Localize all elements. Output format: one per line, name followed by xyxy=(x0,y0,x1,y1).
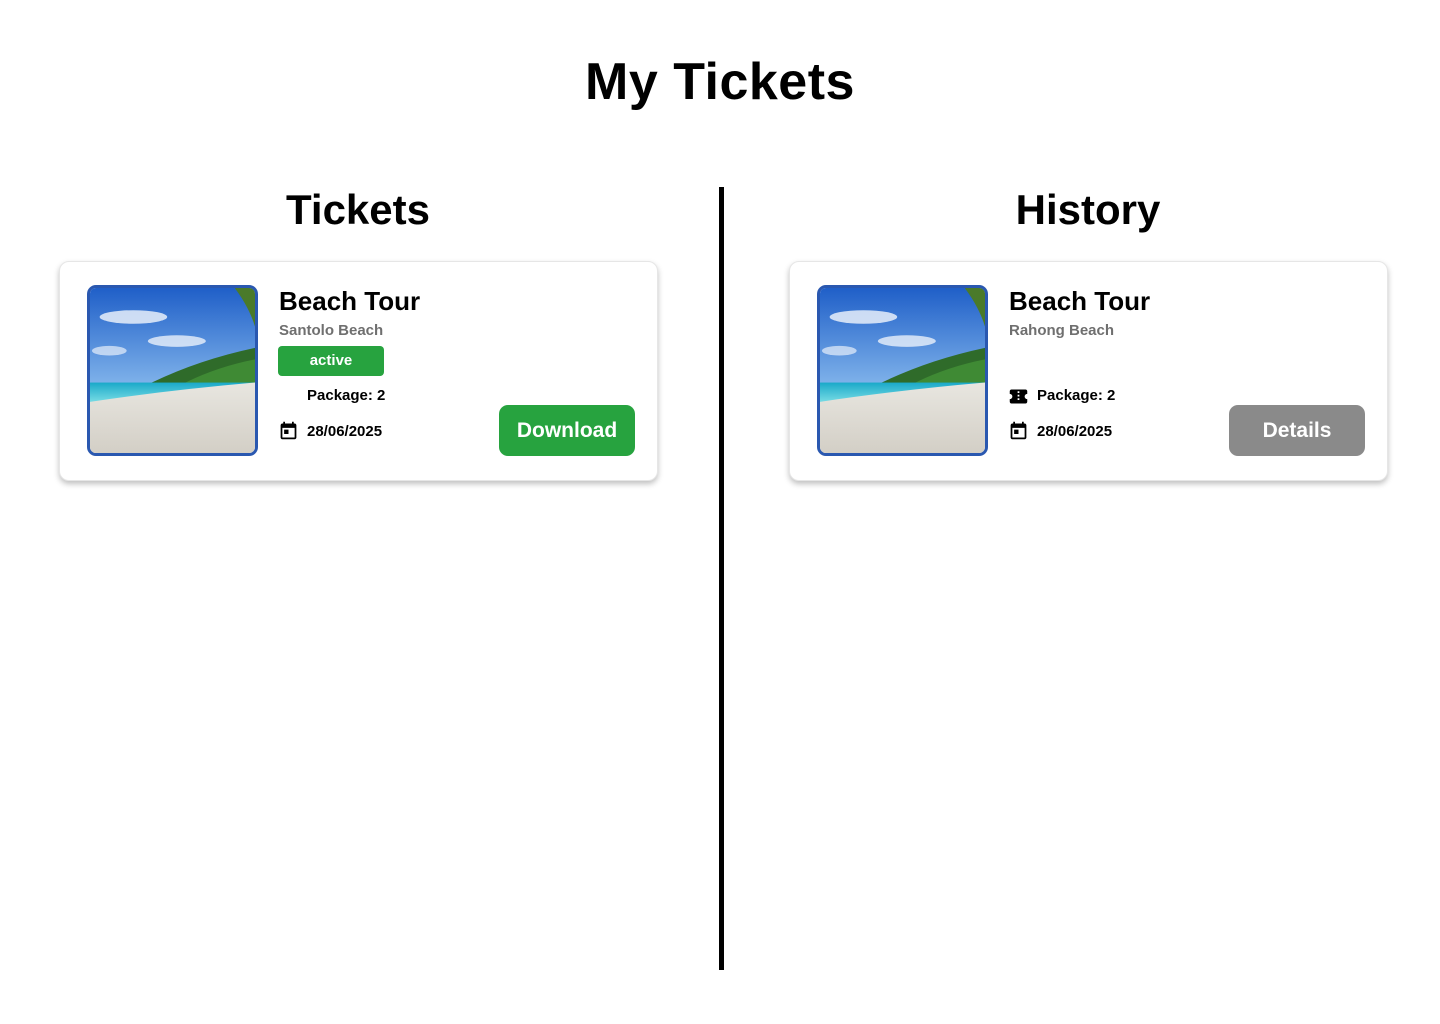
ticket-package: Package: 2 xyxy=(307,387,386,404)
history-date: 28/06/2025 xyxy=(1037,423,1113,440)
section-divider xyxy=(719,187,724,970)
tickets-heading: Tickets xyxy=(286,186,430,233)
beach-photo xyxy=(87,285,258,456)
history-location: Rahong Beach xyxy=(1009,322,1115,339)
history-title: Beach Tour xyxy=(1009,286,1151,316)
download-button[interactable]: Download xyxy=(499,405,635,456)
ticket-location: Santolo Beach xyxy=(279,322,384,339)
details-button[interactable]: Details xyxy=(1229,405,1365,456)
status-badge: active xyxy=(278,346,384,376)
ticket-date: 28/06/2025 xyxy=(307,423,383,440)
history-heading: History xyxy=(1015,186,1161,233)
ticket-icon xyxy=(1008,386,1029,407)
ticket-title: Beach Tour xyxy=(279,286,421,316)
beach-photo xyxy=(817,285,988,456)
calendar-icon xyxy=(1008,420,1029,441)
calendar-icon xyxy=(278,420,299,441)
history-package: Package: 2 xyxy=(1037,387,1116,404)
page-title: My Tickets xyxy=(585,53,855,111)
history-card[interactable]: Beach Tour Rahong Beach Package: 2 28/06… xyxy=(789,261,1388,481)
ticket-card[interactable]: Beach Tour Santolo Beach active Package:… xyxy=(59,261,658,481)
